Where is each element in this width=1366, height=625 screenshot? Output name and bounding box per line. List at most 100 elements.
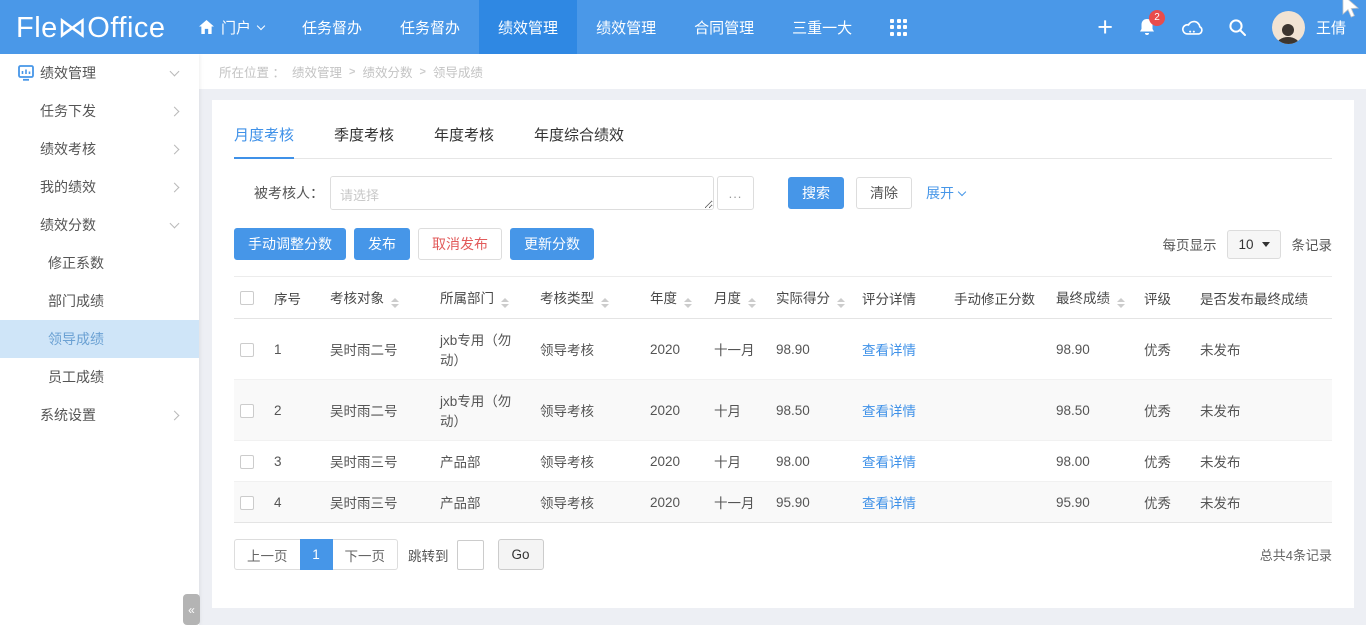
clear-button[interactable]: 清除 (856, 177, 912, 209)
sort-icon[interactable] (501, 298, 509, 308)
table-header-row: 序号 考核对象 所属部门 考核类型 年度 月度 实际得分 评分详情 手动修正分数… (234, 277, 1332, 319)
publish-button[interactable]: 发布 (354, 228, 410, 260)
user-name[interactable]: 王倩 (1316, 17, 1346, 38)
breadcrumb-separator: > (349, 66, 355, 78)
select-all-checkbox[interactable] (240, 291, 254, 305)
assessee-input[interactable] (330, 176, 714, 210)
view-detail-link[interactable]: 查看详情 (862, 343, 916, 358)
search-submit-button[interactable]: 搜索 (788, 177, 844, 209)
sidebar-item-my-performance[interactable]: 我的绩效 (0, 168, 199, 206)
view-detail-link[interactable]: 查看详情 (862, 404, 916, 419)
sidebar-item-employee-score[interactable]: 员工成绩 (0, 358, 199, 396)
notifications-button[interactable]: 2 (1138, 18, 1156, 37)
breadcrumb-item[interactable]: 绩效管理 (292, 62, 342, 81)
breadcrumb-item[interactable]: 领导成绩 (433, 62, 483, 81)
nav-item-portal[interactable]: 门户 (180, 0, 283, 54)
tab-monthly[interactable]: 月度考核 (234, 124, 294, 159)
cell-dept: jxb专用（勿动） (434, 380, 534, 441)
nav-item-contract[interactable]: 合同管理 (675, 0, 773, 54)
cell-type: 领导考核 (534, 319, 644, 380)
view-detail-link[interactable]: 查看详情 (862, 455, 916, 470)
cell-score: 98.50 (770, 380, 856, 441)
topbar-right: + 2 王倩 (1097, 11, 1366, 44)
sidebar-item-performance-score[interactable]: 绩效分数 (0, 206, 199, 244)
total-records: 总共4条记录 (1260, 545, 1332, 564)
scores-table: 序号 考核对象 所属部门 考核类型 年度 月度 实际得分 评分详情 手动修正分数… (234, 276, 1332, 523)
select-more-button[interactable]: ... (717, 176, 754, 210)
nav-item-three-major[interactable]: 三重一大 (773, 0, 871, 54)
nav-item-task-supervise-2[interactable]: 任务督办 (381, 0, 479, 54)
sort-icon[interactable] (1117, 298, 1125, 308)
cell-dept: 产品部 (434, 441, 534, 482)
search-button[interactable] (1228, 18, 1247, 37)
chevron-down-icon (170, 219, 180, 229)
nav-item-task-supervise-1[interactable]: 任务督办 (283, 0, 381, 54)
cell-score: 98.00 (770, 441, 856, 482)
sidebar-item-leader-score[interactable]: 领导成绩 (0, 320, 199, 358)
col-detail: 评分详情 (856, 277, 948, 319)
page-1-button[interactable]: 1 (300, 539, 333, 570)
app-logo[interactable]: Fle⋈Office (0, 10, 180, 45)
apps-grid-icon (890, 19, 907, 36)
sidebar: 绩效管理 任务下发 绩效考核 我的绩效 绩效分数 修正系数 部门成绩 领导成绩 … (0, 54, 199, 625)
sidebar-item-performance-mgmt[interactable]: 绩效管理 (0, 54, 199, 92)
col-dept: 所属部门 (434, 277, 534, 319)
sidebar-item-system-settings[interactable]: 系统设置 (0, 396, 199, 434)
update-score-button[interactable]: 更新分数 (510, 228, 594, 260)
breadcrumb: 所在位置 ： 绩效管理 > 绩效分数 > 领导成绩 (199, 54, 1366, 89)
tab-yearly[interactable]: 年度考核 (434, 124, 494, 158)
cloud-icon (1181, 19, 1203, 36)
cell-score: 95.90 (770, 482, 856, 523)
add-icon[interactable]: + (1097, 17, 1113, 37)
apps-grid-button[interactable] (871, 0, 926, 54)
unpublish-button[interactable]: 取消发布 (418, 228, 502, 260)
row-checkbox[interactable] (240, 496, 254, 510)
col-published: 是否发布最终成绩 (1194, 277, 1332, 319)
jump-page-input[interactable] (457, 540, 484, 570)
actions-row: 手动调整分数 发布 取消发布 更新分数 每页显示 10 条记录 (234, 228, 1332, 260)
sidebar-item-correction-factor[interactable]: 修正系数 (0, 244, 199, 282)
sidebar-item-dept-score[interactable]: 部门成绩 (0, 282, 199, 320)
go-button[interactable]: Go (498, 539, 544, 570)
sort-icon[interactable] (391, 298, 399, 308)
nav-item-performance-active[interactable]: 绩效管理 (479, 0, 577, 54)
tab-yearly-comprehensive[interactable]: 年度综合绩效 (534, 124, 624, 158)
cell-month: 十月 (708, 380, 770, 441)
cell-seq: 4 (268, 482, 324, 523)
per-page-suffix: 条记录 (1292, 234, 1333, 254)
cell-year: 2020 (644, 482, 708, 523)
cell-manual (948, 482, 1050, 523)
cell-published: 未发布 (1194, 482, 1332, 523)
sort-icon[interactable] (748, 298, 756, 308)
breadcrumb-item[interactable]: 绩效分数 (362, 62, 412, 81)
cloud-button[interactable] (1181, 19, 1203, 36)
sort-icon[interactable] (684, 298, 692, 308)
cell-published: 未发布 (1194, 319, 1332, 380)
chevron-down-icon (958, 187, 966, 195)
nav-item-performance-2[interactable]: 绩效管理 (577, 0, 675, 54)
row-checkbox[interactable] (240, 343, 254, 357)
sidebar-item-performance-review[interactable]: 绩效考核 (0, 130, 199, 168)
row-checkbox[interactable] (240, 455, 254, 469)
user-avatar[interactable] (1272, 11, 1305, 44)
next-page-button[interactable]: 下一页 (333, 539, 399, 570)
prev-page-button[interactable]: 上一页 (234, 539, 300, 570)
home-icon (199, 20, 214, 34)
sidebar-item-task-dispatch[interactable]: 任务下发 (0, 92, 199, 130)
cell-rating: 优秀 (1138, 482, 1194, 523)
manual-adjust-button[interactable]: 手动调整分数 (234, 228, 346, 260)
expand-link[interactable]: 展开 (926, 183, 965, 203)
col-manual: 手动修正分数 (948, 277, 1050, 319)
search-icon (1228, 18, 1247, 37)
breadcrumb-separator: > (419, 66, 425, 78)
sort-icon[interactable] (837, 298, 845, 308)
view-detail-link[interactable]: 查看详情 (862, 496, 916, 511)
row-checkbox[interactable] (240, 404, 254, 418)
logo-dna-icon: ⋈ (58, 12, 88, 44)
tab-quarterly[interactable]: 季度考核 (334, 124, 394, 158)
per-page-select[interactable]: 10 (1227, 230, 1280, 259)
sort-icon[interactable] (601, 298, 609, 308)
cell-final: 98.50 (1050, 380, 1138, 441)
cell-month: 十一月 (708, 482, 770, 523)
sidebar-collapse-button[interactable]: « (183, 594, 200, 625)
